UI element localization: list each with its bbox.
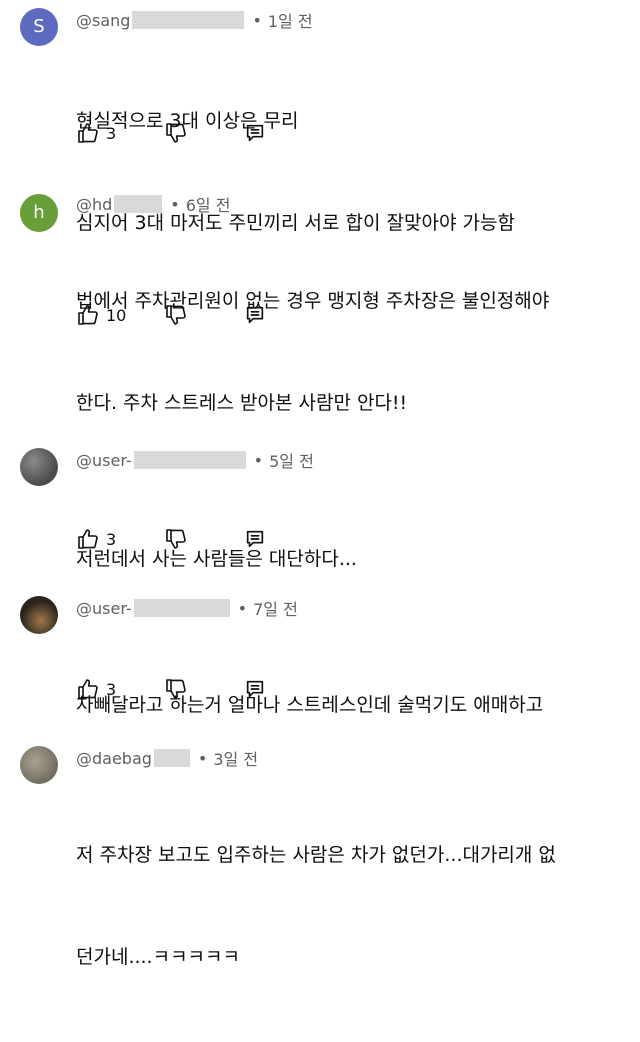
comment-line: 법에서 주차관리원이 없는 경우 맹지형 주차장은 불인정해야 bbox=[76, 290, 550, 312]
reply-icon bbox=[246, 530, 264, 548]
comment-actions: 3 bbox=[76, 676, 264, 702]
thumbs-up-icon bbox=[78, 123, 98, 143]
author-handle[interactable]: @daebag bbox=[76, 749, 152, 768]
thumbs-down-icon bbox=[166, 679, 186, 699]
author-handle[interactable]: @sang bbox=[76, 11, 130, 30]
comment-line: 차빼달라고 하는거 얼마나 스트레스인데 술먹기도 애매하고 bbox=[76, 694, 544, 716]
reply-icon bbox=[246, 680, 264, 698]
redaction-bar bbox=[133, 599, 230, 617]
author-handle[interactable]: @user- bbox=[76, 451, 132, 470]
comment-meta: @user- • 5일 전 bbox=[76, 448, 314, 472]
redaction-bar bbox=[133, 451, 246, 469]
thumbs-up-icon bbox=[78, 529, 98, 549]
reply-button[interactable] bbox=[244, 678, 266, 700]
dislike-button[interactable] bbox=[164, 303, 188, 327]
thumbs-down-icon bbox=[166, 123, 186, 143]
author-handle[interactable]: @user- bbox=[76, 599, 132, 618]
comment-line: 던가네....ㅋㅋㅋㅋㅋ bbox=[76, 946, 240, 968]
comment-meta: @user- • 7일 전 bbox=[76, 596, 298, 620]
separator-dot: • bbox=[197, 748, 208, 768]
separator-dot: • bbox=[170, 194, 180, 214]
redaction-bar bbox=[132, 11, 245, 29]
comment-line: 현실적으로 3대 이상은 무리 bbox=[76, 110, 299, 132]
reply-button[interactable] bbox=[244, 122, 266, 144]
author-handle[interactable]: @hd bbox=[76, 195, 112, 214]
timestamp[interactable]: 1일 전 bbox=[268, 8, 313, 32]
comment-text: 저 주차장 보고도 입주하는 사람은 차가 없던가...대가리개 없 던가네..… bbox=[76, 770, 616, 1042]
comment-meta: @sang • 1일 전 bbox=[76, 8, 313, 32]
like-button[interactable]: 3 bbox=[76, 121, 116, 145]
comment-meta: @daebag • 3일 전 bbox=[76, 746, 258, 770]
comment-line: 저런데서 사는 사람들은 대단하다... bbox=[76, 548, 357, 570]
comment-meta: @hd • 6일 전 bbox=[76, 192, 230, 216]
comment-line: 저 주차장 보고도 입주하는 사람은 차가 없던가...대가리개 없 bbox=[76, 844, 556, 866]
dislike-button[interactable] bbox=[164, 121, 188, 145]
reply-button[interactable] bbox=[244, 304, 266, 326]
thumbs-down-icon bbox=[166, 305, 186, 325]
avatar[interactable]: h bbox=[20, 194, 58, 232]
redaction-bar bbox=[114, 195, 163, 213]
separator-dot: • bbox=[237, 598, 248, 618]
reply-button[interactable] bbox=[244, 528, 266, 550]
timestamp[interactable]: 3일 전 bbox=[213, 746, 258, 770]
avatar[interactable] bbox=[20, 448, 58, 486]
comment-actions: 10 bbox=[76, 302, 264, 328]
timestamp[interactable]: 5일 전 bbox=[269, 448, 314, 472]
like-count: 3 bbox=[106, 679, 117, 699]
reply-icon bbox=[246, 306, 264, 324]
avatar[interactable] bbox=[20, 596, 58, 634]
thumbs-up-icon bbox=[78, 305, 98, 325]
comment-line: 한다. 주차 스트레스 받아본 사람만 안다!! bbox=[76, 392, 408, 414]
separator-dot: • bbox=[252, 10, 262, 30]
like-count: 3 bbox=[106, 123, 117, 143]
dislike-button[interactable] bbox=[164, 677, 188, 701]
thumbs-up-icon bbox=[78, 679, 98, 699]
avatar[interactable]: S bbox=[20, 8, 58, 46]
comment-actions: 3 bbox=[76, 526, 264, 552]
redaction-bar bbox=[153, 749, 190, 767]
like-count: 3 bbox=[106, 529, 117, 549]
avatar[interactable] bbox=[20, 746, 58, 784]
dislike-button[interactable] bbox=[164, 527, 188, 551]
reply-icon bbox=[246, 124, 264, 142]
like-button[interactable]: 3 bbox=[76, 527, 116, 551]
like-button[interactable]: 3 bbox=[76, 677, 116, 701]
separator-dot: • bbox=[253, 450, 264, 470]
like-count: 10 bbox=[106, 305, 127, 325]
thumbs-down-icon bbox=[166, 529, 186, 549]
timestamp[interactable]: 7일 전 bbox=[253, 596, 298, 620]
comment-actions: 3 bbox=[76, 120, 264, 146]
timestamp[interactable]: 6일 전 bbox=[186, 192, 231, 216]
like-button[interactable]: 10 bbox=[76, 303, 126, 327]
